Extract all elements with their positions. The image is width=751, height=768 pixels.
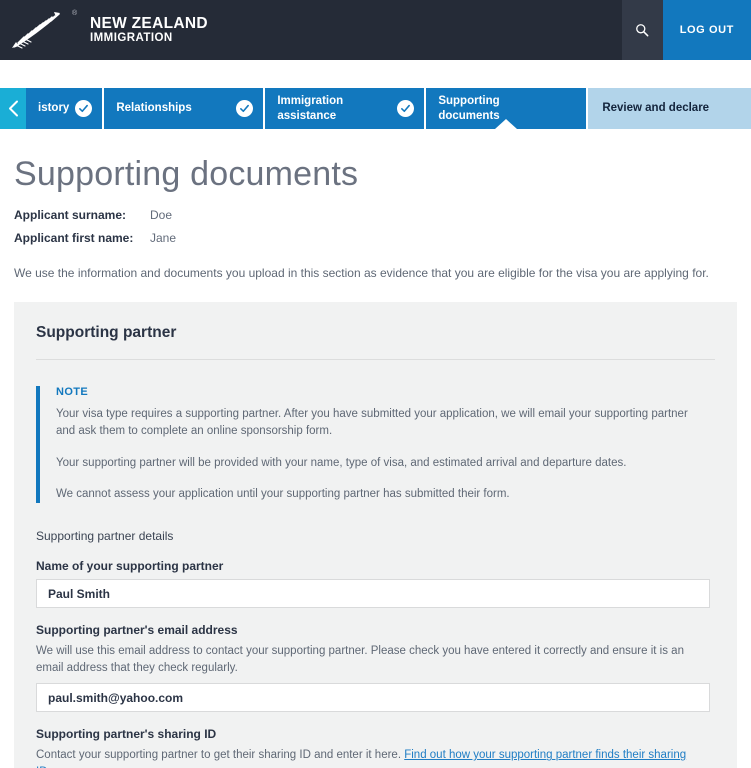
note-paragraph: Your visa type requires a supporting par…	[56, 408, 688, 438]
applicant-surname-label: Applicant surname:	[14, 208, 127, 222]
site-header: ® NEW ZEALAND IMMIGRATION LOG OUT	[0, 0, 751, 60]
note-paragraph: We cannot assess your application until …	[56, 487, 510, 500]
note-paragraph: Your supporting partner will be provided…	[56, 456, 627, 469]
brand-logo[interactable]: ® NEW ZEALAND IMMIGRATION	[0, 8, 208, 52]
step-review-and-declare[interactable]: Review and declare	[588, 88, 751, 129]
brand-line-immigration: IMMIGRATION	[90, 32, 173, 45]
step-complete-check-icon	[236, 100, 254, 117]
step-complete-check-icon	[397, 100, 415, 117]
partner-email-label: Supporting partner's email address	[36, 623, 238, 637]
steps-previous-button[interactable]	[0, 88, 26, 129]
partner-email-input[interactable]	[36, 683, 710, 713]
step-complete-check-icon	[75, 100, 93, 117]
panel-title: Supporting partner	[36, 324, 177, 341]
step-supporting-documents[interactable]: Supporting documents	[426, 88, 589, 129]
applicant-firstname-label: Applicant first name:	[14, 231, 134, 245]
supporting-partner-panel: Supporting partner NOTE Your visa type r…	[14, 302, 737, 768]
form-subtitle: Supporting partner details	[36, 529, 174, 543]
chevron-left-icon	[8, 100, 18, 117]
partner-email-help: We will use this email address to contac…	[36, 645, 684, 674]
partner-sharing-id-help-text: Contact your supporting partner to get t…	[36, 749, 405, 762]
panel-divider	[36, 359, 715, 360]
registered-trademark-icon: ®	[72, 10, 78, 17]
partner-sharing-id-field: Supporting partner's sharing ID Contact …	[36, 727, 715, 768]
step-history-label: istory	[38, 102, 70, 115]
partner-sharing-id-label: Supporting partner's sharing ID	[36, 727, 217, 742]
step-relationships[interactable]: Relationships	[104, 88, 266, 129]
note-block: NOTE Your visa type requires a supportin…	[36, 386, 715, 503]
step-immigration-assistance-label: Immigration assistance	[277, 95, 344, 122]
search-icon	[636, 24, 649, 37]
applicant-firstname-value: Jane	[150, 231, 177, 245]
step-immigration-assistance[interactable]: Immigration assistance	[265, 88, 427, 129]
partner-name-label: Name of your supporting partner	[36, 559, 224, 573]
partner-sharing-id-help: Contact your supporting partner to get t…	[36, 747, 696, 768]
page-title: Supporting documents	[14, 155, 359, 193]
step-supporting-documents-label: Supporting documents	[438, 95, 500, 122]
partner-name-field: Name of your supporting partner	[36, 559, 715, 608]
search-button[interactable]	[621, 0, 663, 60]
logout-button[interactable]: LOG OUT	[662, 0, 751, 60]
step-history[interactable]: istory	[26, 88, 105, 129]
applicant-surname-value: Doe	[150, 208, 173, 222]
partner-email-field: Supporting partner's email address We wi…	[36, 623, 715, 713]
silver-fern-icon: ®	[10, 8, 82, 52]
applicant-firstname-row: Applicant first name: Jane	[14, 231, 737, 245]
brand-text: NEW ZEALAND IMMIGRATION	[90, 14, 208, 45]
header-actions: LOG OUT	[621, 0, 751, 60]
step-review-and-declare-label: Review and declare	[602, 102, 710, 115]
progress-steps: istory Relationships Immigration assista…	[0, 88, 751, 129]
brand-line-new-zealand: NEW ZEALAND	[90, 14, 208, 32]
page-body: Supporting documents Applicant surname: …	[0, 155, 751, 768]
step-relationships-label: Relationships	[116, 102, 192, 115]
page-intro-text: We use the information and documents you…	[14, 266, 709, 280]
note-title: NOTE	[56, 386, 89, 398]
applicant-surname-row: Applicant surname: Doe	[14, 208, 737, 222]
partner-name-input[interactable]	[36, 579, 710, 608]
